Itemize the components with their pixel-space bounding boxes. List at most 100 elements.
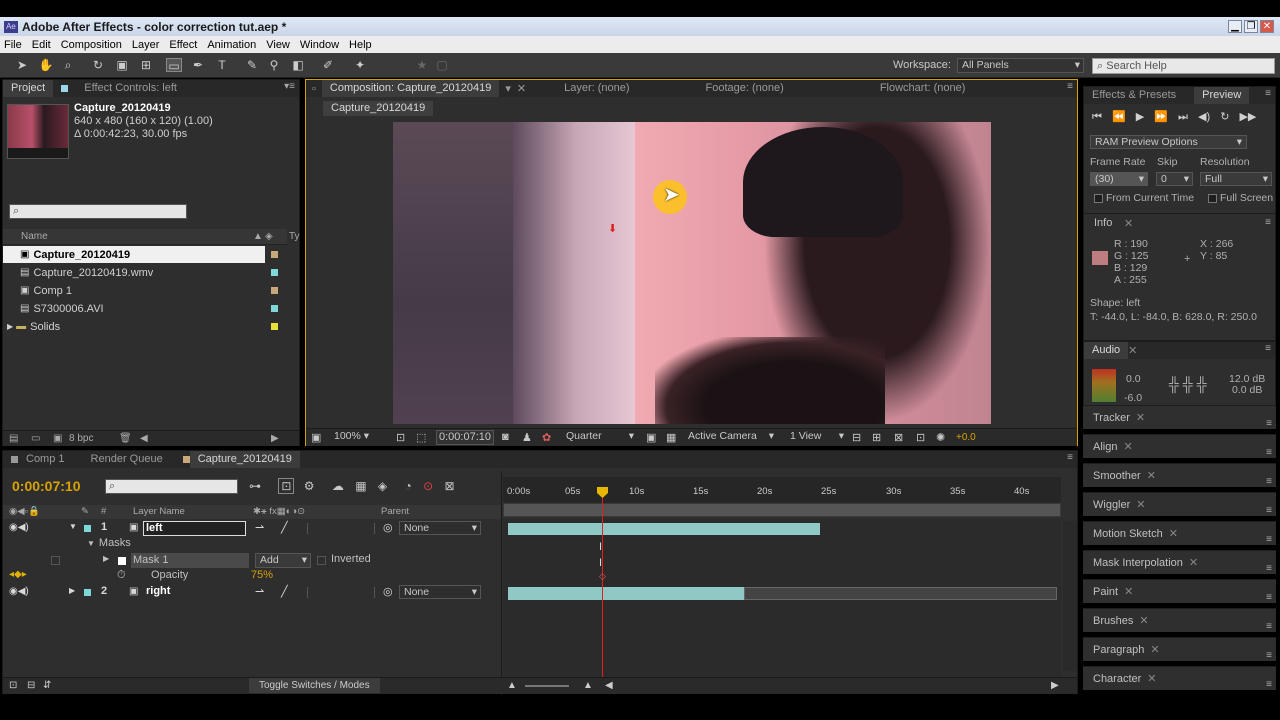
keyframe-navigator-icon[interactable]: ◂◆▸ [9,569,27,580]
pen-tool-icon[interactable]: ✒ [190,58,206,72]
close-icon[interactable]: ✕ [1147,673,1156,685]
project-item-2[interactable]: ▣ Comp 1 [3,282,287,299]
menu-file[interactable]: File [4,39,22,51]
masks-group[interactable]: ▼ Masks [87,537,131,549]
interpret-footage-icon[interactable]: ▤ [9,431,18,446]
scroll-right-icon[interactable]: ▶ [1051,680,1059,691]
close-icon[interactable]: ✕ [1136,499,1145,511]
zoom-slider[interactable] [525,685,569,687]
zoom-in-icon[interactable]: ▲ [583,680,593,691]
show-snapshot-icon[interactable]: ♟ [522,431,532,444]
roto-brush-tool-icon[interactable]: ✐ [320,58,336,72]
close-info-icon[interactable]: ✕ [1124,217,1133,230]
exposure-value[interactable]: +0.0 [956,432,976,443]
always-preview-icon[interactable]: ▣ [311,431,321,444]
scroll-left-icon[interactable]: ◀ [605,680,613,691]
lock-icon[interactable]: ▫ [312,83,316,95]
bpc-toggle[interactable]: 8 bpc [69,431,93,446]
expand-arrow-icon[interactable]: ▶ [7,322,13,331]
motion-blur-icon[interactable]: ◈ [378,479,387,493]
eraser-tool-icon[interactable]: ◧ [290,58,306,72]
shy-switch-icon[interactable]: ⇀ [255,521,264,534]
tracker-panel[interactable]: Tracker ✕ ≡ [1083,405,1276,429]
menu-window[interactable]: Window [300,39,339,51]
parent-select-1[interactable]: None ▾ [399,521,481,535]
visibility-eye-icon[interactable]: ◉◀) [9,522,29,533]
panel-menu-icon[interactable]: ≡ [1266,615,1272,639]
opacity-value[interactable]: 75% [251,569,273,581]
close-icon[interactable]: ✕ [1124,586,1133,598]
mask-color-swatch[interactable] [118,557,126,565]
tab-render-queue[interactable]: Render Queue [83,451,171,468]
shy-switch-icon[interactable]: ⇀ [255,585,264,598]
panel-menu-icon[interactable]: ≡ [1265,343,1271,354]
mask-row[interactable]: ▶ Mask 1 Add ▾ Inverted [3,553,501,569]
layer-2-bar[interactable] [508,587,744,600]
menu-edit[interactable]: Edit [32,39,51,51]
minimize-button[interactable]: ▁ [1228,20,1242,33]
frame-blending-icon[interactable]: ▦ [355,479,366,493]
next-frame-icon[interactable]: ⏩ [1154,111,1168,123]
column-layer-name[interactable]: Layer Name [133,505,185,519]
audio-sliders[interactable]: ╬╬╬ [1169,376,1211,392]
opacity-keyframe-icon[interactable]: ◇ [599,571,606,582]
pan-behind-tool-icon[interactable]: ⊞ [138,58,154,72]
viewer-menu-arrow-icon[interactable]: ▾ [505,82,511,95]
stopwatch-icon[interactable]: ⏱ [117,569,126,582]
character-panel[interactable]: Character ✕ ≡ [1083,666,1276,690]
close-icon[interactable]: ✕ [1136,412,1145,424]
pick-whip-icon[interactable]: ◎ [383,521,393,534]
project-item-3[interactable]: ▤ S7300006.AVI [3,300,287,317]
tab-footage[interactable]: Footage: (none) [698,80,792,97]
maximize-button[interactable]: ❐ [1244,20,1258,33]
time-ruler[interactable]: 0:00s 05s 10s 15s 20s 25s 30s 35s 40s [503,477,1061,503]
tab-composition[interactable]: Composition: Capture_20120419 [321,80,500,97]
menu-composition[interactable]: Composition [61,39,122,51]
panel-menu-icon[interactable]: ≡ [1266,528,1272,552]
frame-rate-select[interactable]: (30) ▾ [1090,172,1148,186]
close-icon[interactable]: ✕ [1123,441,1132,453]
layer-row-2[interactable]: ◉◀) ▶ 2 ▣ right ⇀ ╱ ◎ None ▾ [3,585,501,601]
pick-whip-icon[interactable]: ◎ [383,585,393,598]
transparency-grid-icon[interactable]: ▦ [666,431,676,444]
layer-switches-icon[interactable]: ⊡ [9,680,17,691]
close-icon[interactable]: ✕ [1169,528,1178,540]
project-item-0[interactable]: ▣ Capture_20120419 [3,246,265,263]
menu-view[interactable]: View [266,39,290,51]
puppet-tool-icon[interactable]: ✦ [352,58,368,72]
brushes-panel[interactable]: Brushes ✕ ≡ [1083,608,1276,632]
graph-editor-icon[interactable]: ⊠ [444,479,454,493]
transfer-controls-icon[interactable]: ⊟ [27,680,35,691]
camera-select[interactable]: Active Camera ▾ [684,430,776,445]
hand-tool-icon[interactable]: ✋ [38,58,54,72]
close-audio-icon[interactable]: ✕ [1128,344,1137,357]
tab-preview[interactable]: Preview [1194,87,1250,104]
tab-layer[interactable]: Layer: (none) [556,80,637,97]
visibility-eye-icon[interactable]: ◉◀) [9,586,29,597]
play-icon[interactable]: ▶ [1136,111,1144,123]
panel-menu-icon[interactable]: ≡ [1266,557,1272,581]
scroll-right-icon[interactable]: ▶ [271,431,279,446]
close-icon[interactable]: ✕ [1139,615,1148,627]
close-button[interactable]: ✕ [1260,20,1274,33]
work-area-bar[interactable] [503,503,1061,517]
resolution-select[interactable]: Full ▾ [1200,172,1272,186]
panel-menu-icon[interactable]: ≡ [1067,452,1073,463]
panel-menu-icon[interactable]: ≡ [1266,412,1272,436]
quality-switch-icon[interactable]: ╱ [281,585,288,598]
current-time-field[interactable]: 0:00:07:10 [436,430,494,445]
type-tool-icon[interactable]: T [214,58,230,72]
camera-tool-icon[interactable]: ▣ [114,58,130,72]
inverted-checkbox[interactable] [317,556,326,565]
menu-animation[interactable]: Animation [207,39,256,51]
ram-preview-select[interactable]: RAM Preview Options ▾ [1090,135,1247,149]
smoother-panel[interactable]: Smoother ✕ ≡ [1083,463,1276,487]
layer-name-field[interactable]: right [146,585,170,597]
zoom-tool-icon[interactable]: ⌕ [60,58,76,72]
label-color-swatch[interactable] [271,323,278,330]
panel-menu-icon[interactable]: ≡ [1266,441,1272,465]
close-icon[interactable]: ✕ [1150,644,1159,656]
timeline-search-input[interactable]: ⌕ [105,479,238,494]
switch-boxes[interactable] [307,523,375,534]
tab-flowchart[interactable]: Flowchart: (none) [872,80,974,97]
